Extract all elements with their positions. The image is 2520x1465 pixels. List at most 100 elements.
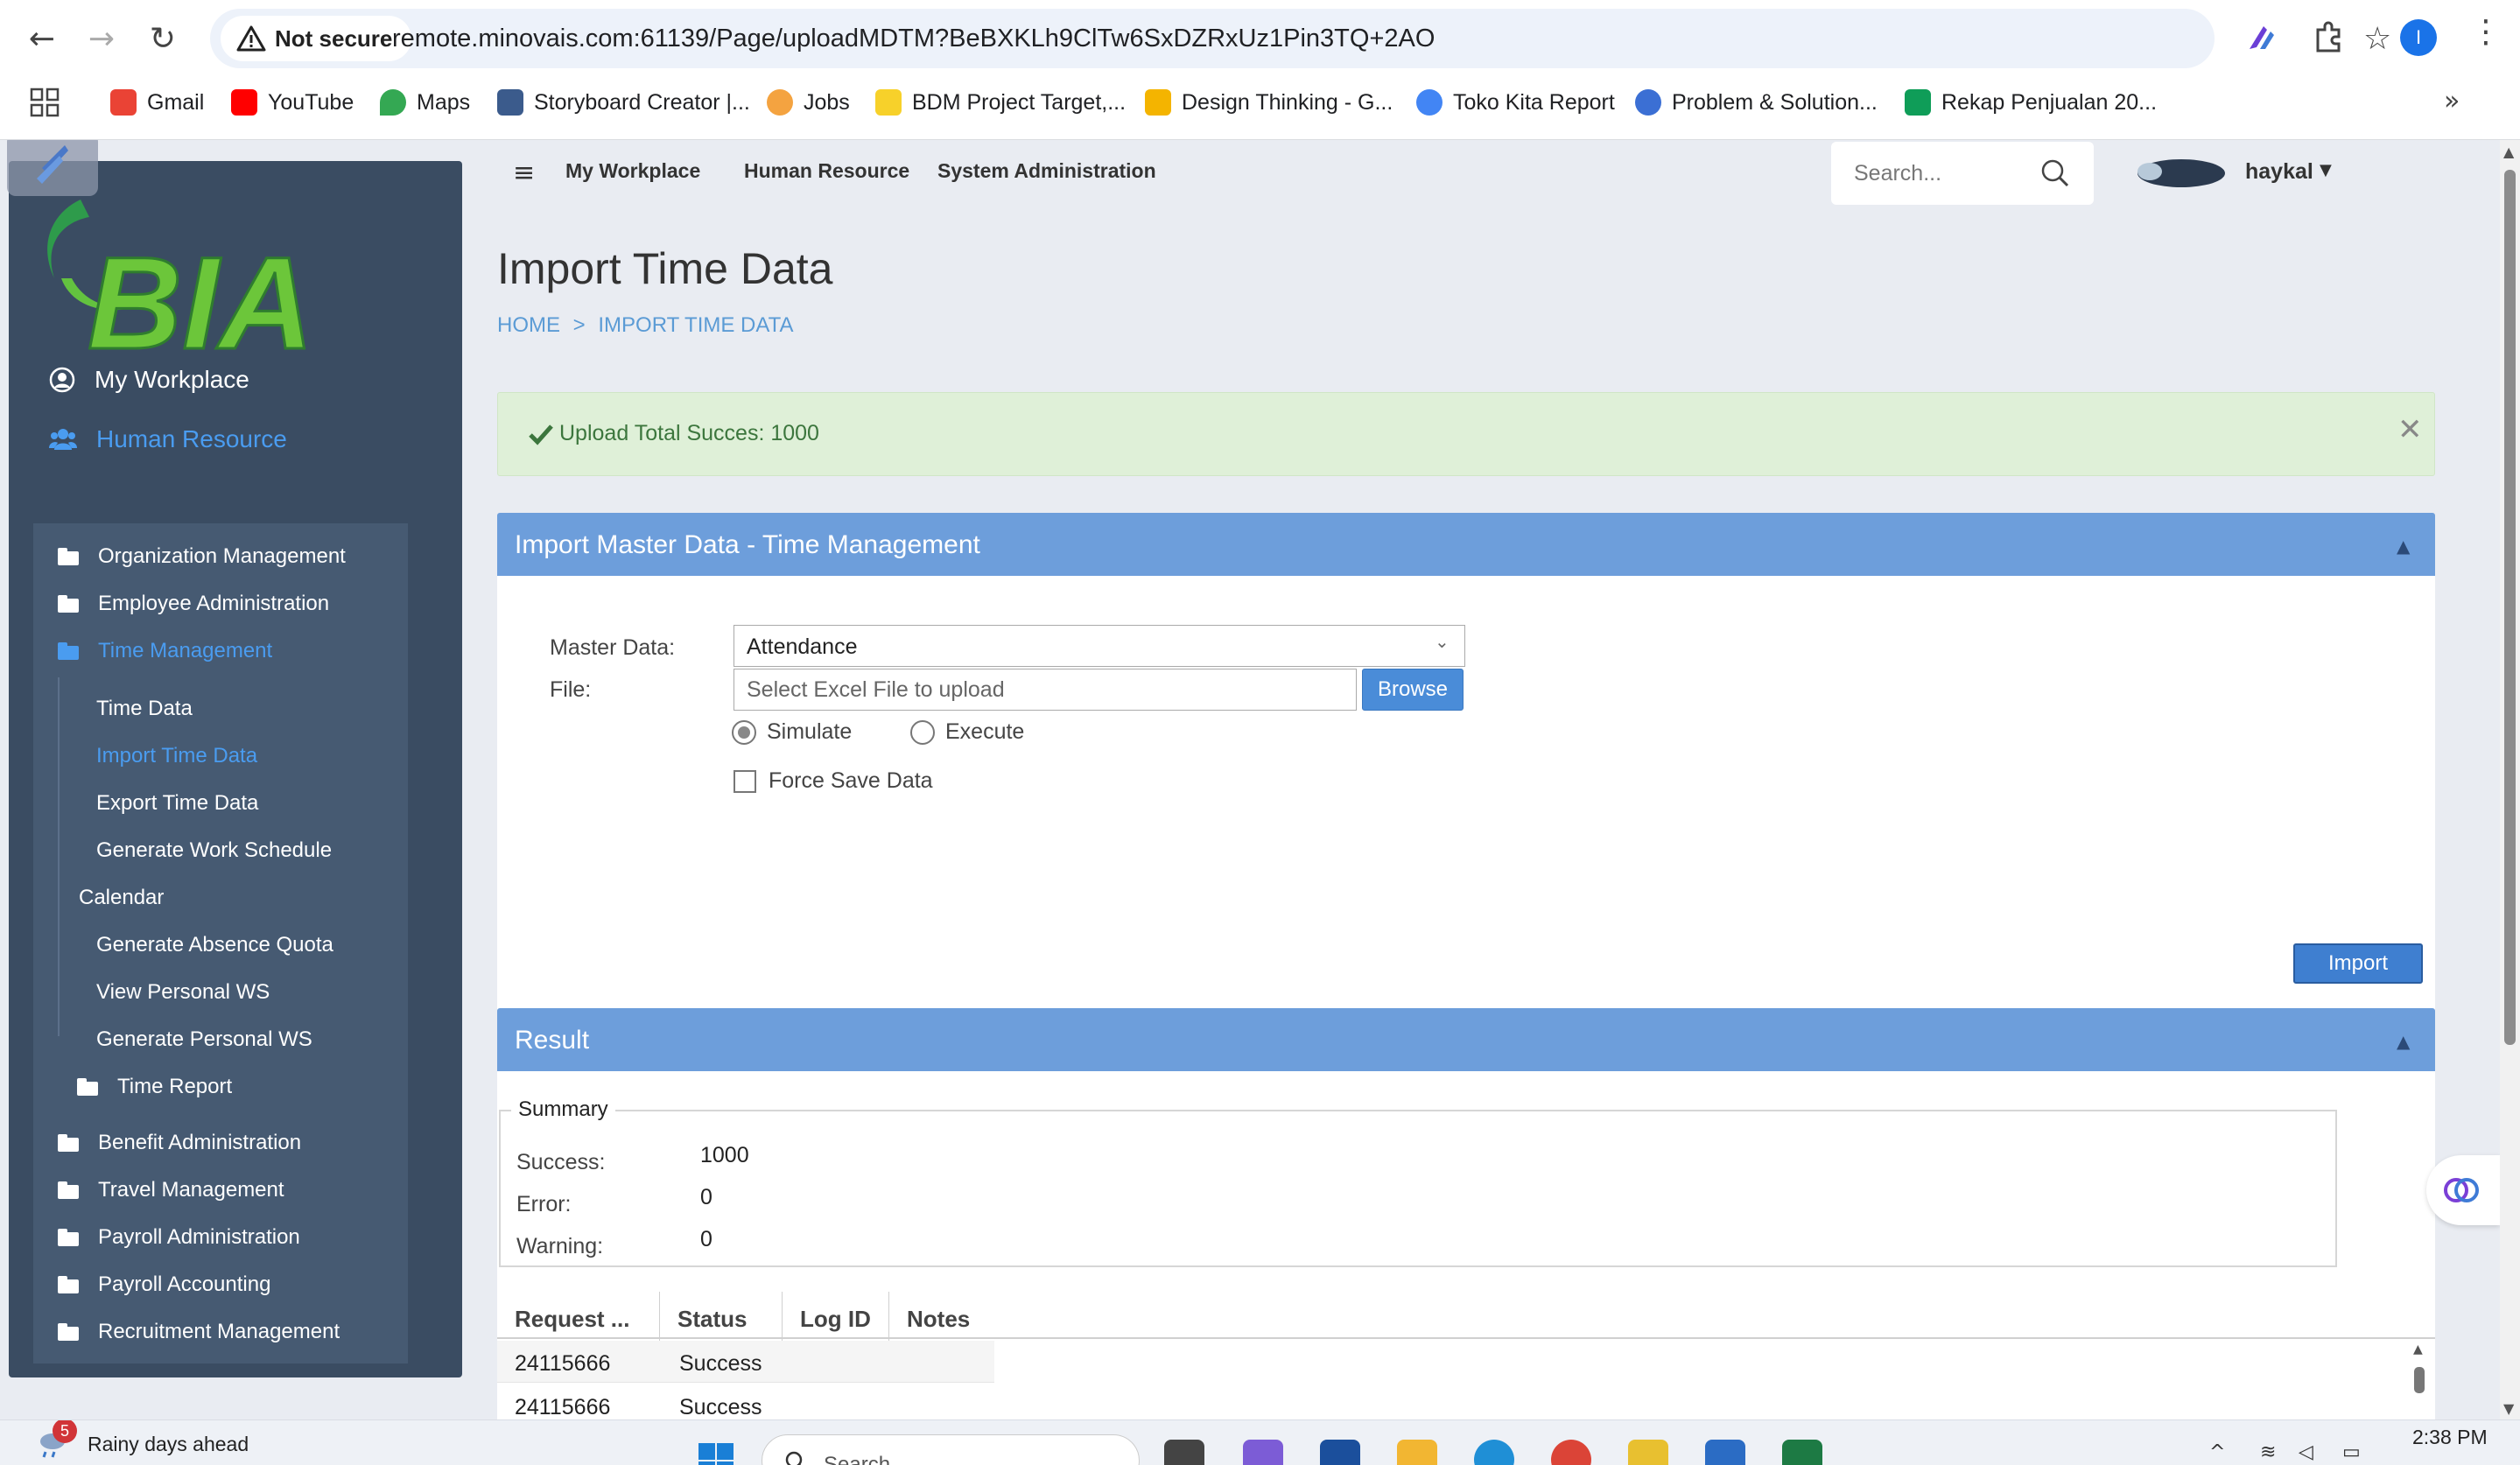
bookmark-storyboard[interactable]: Storyboard Creator |...	[497, 86, 750, 119]
menu-travel-management[interactable]: Travel Management	[58, 1178, 284, 1202]
user-avatar[interactable]	[2132, 158, 2227, 189]
collapse-up-icon[interactable]: ▲	[2397, 1031, 2410, 1052]
file-explorer-icon[interactable]	[1397, 1440, 1437, 1465]
menu-payroll-administration[interactable]: Payroll Administration	[58, 1225, 300, 1250]
menu-calendar[interactable]: Calendar	[79, 886, 164, 910]
menu-generate-absence-quota[interactable]: Generate Absence Quota	[96, 933, 333, 957]
search-input[interactable]	[1831, 142, 2041, 205]
wifi-icon[interactable]: ≋	[2260, 1441, 2276, 1463]
menu-time-management[interactable]: Time Management	[58, 639, 272, 663]
battery-icon[interactable]: ▭	[2342, 1441, 2361, 1463]
search-icon[interactable]	[2038, 156, 2073, 191]
file-input[interactable]	[734, 669, 1357, 711]
menu-generate-work-schedule[interactable]: Generate Work Schedule	[96, 838, 332, 863]
menu-view-personal-ws[interactable]: View Personal WS	[96, 980, 270, 1005]
clock[interactable]: 2:38 PM	[2412, 1426, 2488, 1449]
menu-benefit-administration[interactable]: Benefit Administration	[58, 1131, 301, 1155]
bookmark-jobs[interactable]: Jobs	[767, 86, 850, 119]
url-text[interactable]: remote.minovais.com:61139/Page/uploadMDT…	[392, 9, 1435, 68]
table-row[interactable]: 24115666 Success	[497, 1384, 994, 1419]
topnav-my-workplace[interactable]: My Workplace	[565, 159, 700, 183]
bookmark-maps[interactable]: Maps	[380, 86, 470, 119]
menu-recruitment-management[interactable]: Recruitment Management	[58, 1320, 340, 1344]
import-button[interactable]: Import	[2293, 943, 2423, 984]
chevron-up-icon[interactable]: ^	[2209, 1441, 2225, 1463]
panel-title: Result	[515, 1026, 590, 1055]
bookmark-problem-solution[interactable]: Problem & Solution...	[1635, 86, 1878, 119]
close-icon[interactable]: ✕	[2397, 412, 2423, 447]
bookmark-toko-kita[interactable]: Toko Kita Report	[1416, 86, 1615, 119]
taskbar-search[interactable]: Search	[762, 1434, 1140, 1465]
scroll-thumb[interactable]	[2414, 1367, 2425, 1393]
more-bookmarks-icon[interactable]: »	[2444, 86, 2460, 116]
security-chip[interactable]: Not secure	[221, 16, 412, 61]
grid-header-divider	[497, 1337, 2435, 1339]
remote-app-badge[interactable]	[7, 140, 98, 196]
apps-grid-icon[interactable]	[30, 88, 60, 117]
topnav-human-resource[interactable]: Human Resource	[744, 159, 909, 183]
browse-button[interactable]: Browse	[1362, 669, 1464, 711]
store-icon[interactable]	[1320, 1440, 1360, 1465]
user-name[interactable]: haykal	[2245, 159, 2313, 185]
checkbox-box	[734, 769, 756, 793]
menu-employee-administration[interactable]: Employee Administration	[58, 592, 329, 616]
scroll-up-icon[interactable]: ▲	[2413, 1342, 2423, 1356]
menu-time-data[interactable]: Time Data	[96, 697, 193, 721]
bookmark-rekap[interactable]: Rekap Penjualan 20...	[1905, 86, 2157, 119]
address-bar[interactable]: Not secure remote.minovais.com:61139/Pag…	[210, 9, 2391, 68]
notepad-icon[interactable]	[1705, 1440, 1745, 1465]
warning-icon	[236, 25, 266, 52]
windows-start-icon[interactable]	[697, 1441, 735, 1465]
scroll-down-icon[interactable]: ▼	[2503, 1400, 2514, 1417]
floating-assistant-button[interactable]	[2426, 1155, 2500, 1225]
security-label: Not secure	[275, 25, 393, 52]
menu-time-report[interactable]: Time Report	[77, 1075, 232, 1099]
extensions-puzzle-icon[interactable]	[2307, 18, 2349, 60]
radio-execute[interactable]: Execute	[910, 719, 1024, 745]
volume-mute-icon[interactable]: ◁	[2299, 1441, 2313, 1463]
menu-organization-management[interactable]: Organization Management	[58, 544, 346, 569]
browser-menu-icon[interactable]: ⋮	[2470, 14, 2502, 50]
page-scrollbar[interactable]: ▲ ▼	[2500, 140, 2520, 1419]
menu-generate-personal-ws[interactable]: Generate Personal WS	[96, 1027, 312, 1052]
scroll-thumb[interactable]	[2504, 170, 2516, 1045]
chrome-icon[interactable]	[1551, 1440, 1591, 1465]
back-icon[interactable]: ←	[21, 18, 63, 60]
radio-simulate[interactable]: Simulate	[732, 719, 852, 745]
edge-icon[interactable]	[1474, 1440, 1514, 1465]
copilot-icon[interactable]	[1243, 1440, 1283, 1465]
menu-import-time-data[interactable]: Import Time Data	[96, 744, 257, 768]
column-label: Request ...	[515, 1306, 630, 1332]
forward-icon[interactable]: →	[81, 18, 123, 60]
bookmark-youtube[interactable]: YouTube	[231, 86, 354, 119]
breadcrumb-home[interactable]: HOME	[497, 313, 560, 337]
master-data-select[interactable]: Attendance ⌄	[734, 625, 1465, 667]
bookmark-gmail[interactable]: Gmail	[110, 86, 204, 119]
caret-down-icon[interactable]: ▼	[2320, 161, 2332, 179]
hamburger-menu-icon[interactable]: ≡	[513, 158, 535, 188]
grid-scrollbar[interactable]: ▲	[2409, 1342, 2432, 1419]
bookmark-star-icon[interactable]: ☆	[2363, 21, 2391, 57]
menu-export-time-data[interactable]: Export Time Data	[96, 791, 258, 816]
collapse-up-icon[interactable]: ▲	[2397, 536, 2410, 557]
table-row[interactable]: 24115666 Success	[497, 1341, 994, 1383]
weather-text[interactable]: Rainy days ahead	[88, 1433, 249, 1456]
result-panel-header[interactable]: Result ▲	[497, 1008, 2435, 1071]
photos-icon[interactable]	[1628, 1440, 1668, 1465]
topnav-system-administration[interactable]: System Administration	[937, 159, 1156, 183]
nav-my-workplace[interactable]: My Workplace	[49, 366, 249, 394]
task-view-icon[interactable]	[1164, 1440, 1204, 1465]
reload-icon[interactable]: ↻	[142, 18, 184, 60]
menu-payroll-accounting[interactable]: Payroll Accounting	[58, 1272, 270, 1297]
force-save-checkbox[interactable]: Force Save Data	[734, 768, 933, 794]
excel-icon[interactable]	[1782, 1440, 1822, 1465]
import-panel-header[interactable]: Import Master Data - Time Management ▲	[497, 513, 2435, 576]
nav-human-resource[interactable]: Human Resource	[49, 425, 287, 453]
taskbar: 5 Rainy days ahead Search ^ ≋ ◁ ▭ 2:38 P…	[0, 1419, 2520, 1465]
bookmark-bdm[interactable]: BDM Project Target,...	[875, 86, 1126, 119]
select-value: Attendance	[747, 634, 858, 659]
bookmark-design-thinking[interactable]: Design Thinking - G...	[1145, 86, 1393, 119]
extension-ai-icon[interactable]	[2241, 18, 2283, 60]
scroll-up-icon[interactable]: ▲	[2503, 144, 2514, 160]
profile-avatar[interactable]: I	[2400, 19, 2437, 56]
